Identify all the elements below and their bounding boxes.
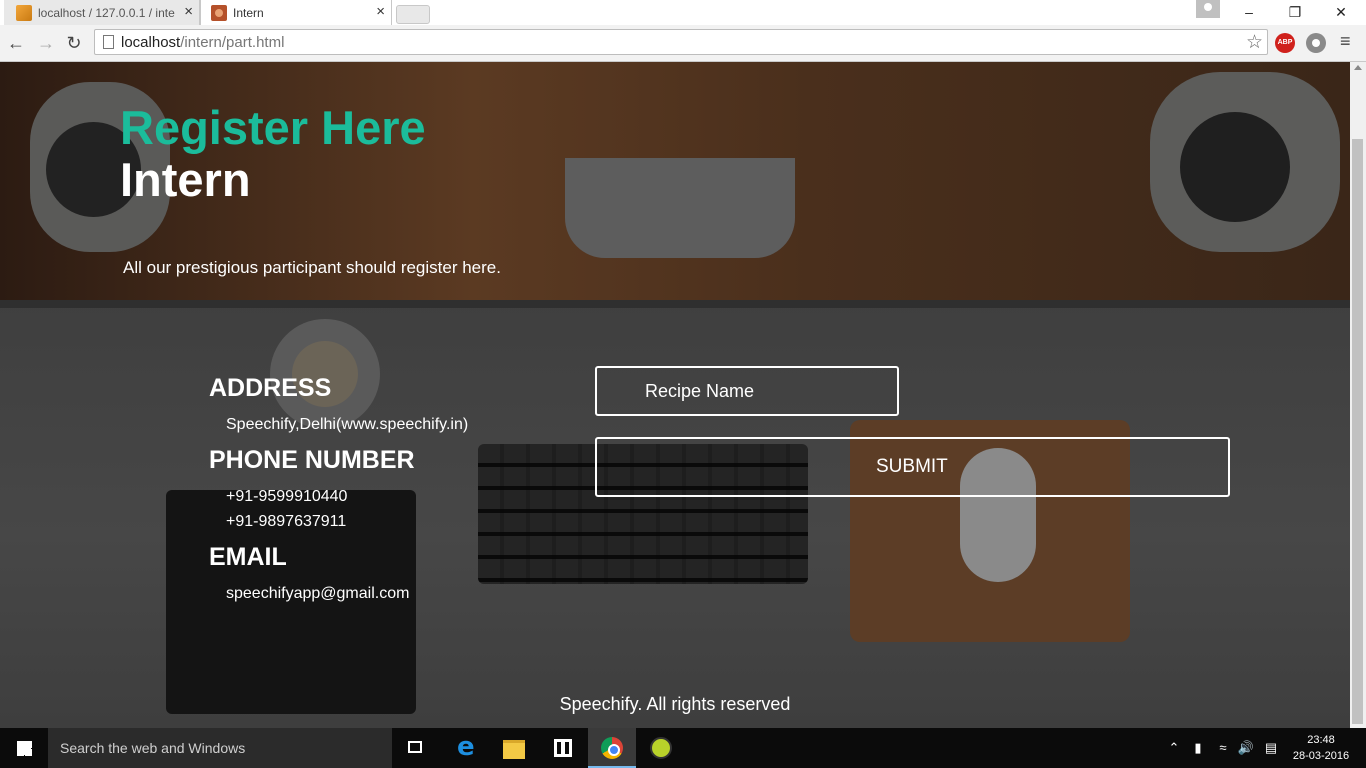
url-host: localhost [121, 34, 181, 51]
new-tab-button[interactable] [396, 5, 430, 24]
tab-strip: localhost / 127.0.0.1 / inte × Intern × … [0, 0, 1366, 25]
address-text: Speechify,Delhi(www.speechify.in) [226, 416, 469, 433]
volume-icon[interactable]: 🔊 [1236, 728, 1256, 768]
taskbar-clock[interactable]: 23:48 28-03-2016 [1288, 732, 1354, 764]
page-scrollbar[interactable] [1350, 62, 1366, 728]
close-window-button[interactable]: ✕ [1318, 0, 1364, 25]
email-heading: EMAIL [209, 543, 287, 571]
store-icon[interactable] [539, 728, 587, 768]
extension-eye-icon[interactable] [1306, 33, 1326, 53]
reload-icon[interactable]: ↻ [62, 31, 86, 55]
windows-logo-icon [17, 741, 32, 756]
page-icon [103, 35, 114, 49]
taskbar-search[interactable]: Search the web and Windows [48, 728, 392, 768]
shelf-shadow [0, 300, 1350, 308]
intern-heading: Intern [120, 153, 251, 206]
submit-button[interactable]: SUBMIT [595, 437, 1230, 497]
start-button[interactable] [0, 728, 48, 768]
monitor-stand [565, 158, 795, 258]
maximize-button[interactable]: ❐ [1272, 0, 1318, 25]
forward-icon[interactable]: → [34, 31, 58, 55]
action-center-icon[interactable]: ▤ [1260, 728, 1282, 768]
url-text[interactable]: localhost/intern/part.html [121, 34, 284, 51]
address-heading: ADDRESS [209, 374, 332, 402]
chrome-icon[interactable] [588, 728, 636, 768]
minimize-button[interactable]: – [1226, 0, 1272, 25]
browser-toolbar: ← → ↻ localhost/intern/part.html ☆ ABP ≡ [0, 25, 1366, 62]
address-bar[interactable]: localhost/intern/part.html ☆ [94, 29, 1268, 55]
register-heading: Register Here [120, 101, 426, 154]
close-tab-icon[interactable]: × [376, 3, 385, 20]
battery-icon[interactable]: ▮ [1188, 728, 1208, 768]
file-explorer-icon[interactable] [490, 728, 538, 768]
task-view-icon[interactable] [392, 728, 440, 768]
menu-icon[interactable]: ≡ [1340, 31, 1351, 52]
user-icon[interactable] [1196, 0, 1220, 18]
recipe-name-input[interactable] [595, 366, 899, 416]
speaker-right [1150, 72, 1340, 252]
phpmyadmin-icon [16, 4, 32, 21]
phone-number-1: +91-9599910440 [226, 488, 348, 505]
adblock-plus-icon[interactable]: ABP [1275, 33, 1295, 53]
phone-heading: PHONE NUMBER [209, 446, 415, 474]
clock-date: 28-03-2016 [1292, 750, 1350, 762]
tagline: All our prestigious participant should r… [123, 258, 501, 277]
windows-taskbar: Search the web and Windows ⌃ ▮ ≈ 🔊 ▤ 23:… [0, 728, 1366, 768]
wifi-icon[interactable]: ≈ [1212, 728, 1234, 768]
tab-intern[interactable]: Intern × [200, 0, 392, 25]
clock-time: 23:48 [1307, 734, 1335, 746]
show-hidden-icons-icon[interactable]: ⌃ [1164, 728, 1184, 768]
scroll-up-arrow-icon[interactable] [1354, 65, 1362, 70]
back-icon[interactable]: ← [4, 31, 28, 55]
close-tab-icon[interactable]: × [184, 3, 193, 20]
page-viewport: Register Here Intern All our prestigious… [0, 62, 1350, 728]
taskbar-search-placeholder: Search the web and Windows [60, 740, 246, 756]
phone-number-2: +91-9897637911 [226, 513, 347, 530]
scroll-thumb[interactable] [1352, 139, 1363, 724]
intern-favicon [211, 4, 227, 21]
bookmark-star-icon[interactable]: ☆ [1246, 31, 1263, 54]
app-icon[interactable] [637, 728, 685, 768]
footer-copyright: Speechify. All rights reserved [559, 694, 791, 714]
url-path: /intern/part.html [180, 34, 285, 51]
edge-icon[interactable] [442, 728, 490, 768]
email-text: speechifyapp@gmail.com [226, 585, 410, 602]
tab-title: localhost / 127.0.0.1 / inte [38, 5, 175, 20]
tab-phpmyadmin[interactable]: localhost / 127.0.0.1 / inte × [4, 0, 200, 25]
tab-title: Intern [233, 5, 264, 20]
